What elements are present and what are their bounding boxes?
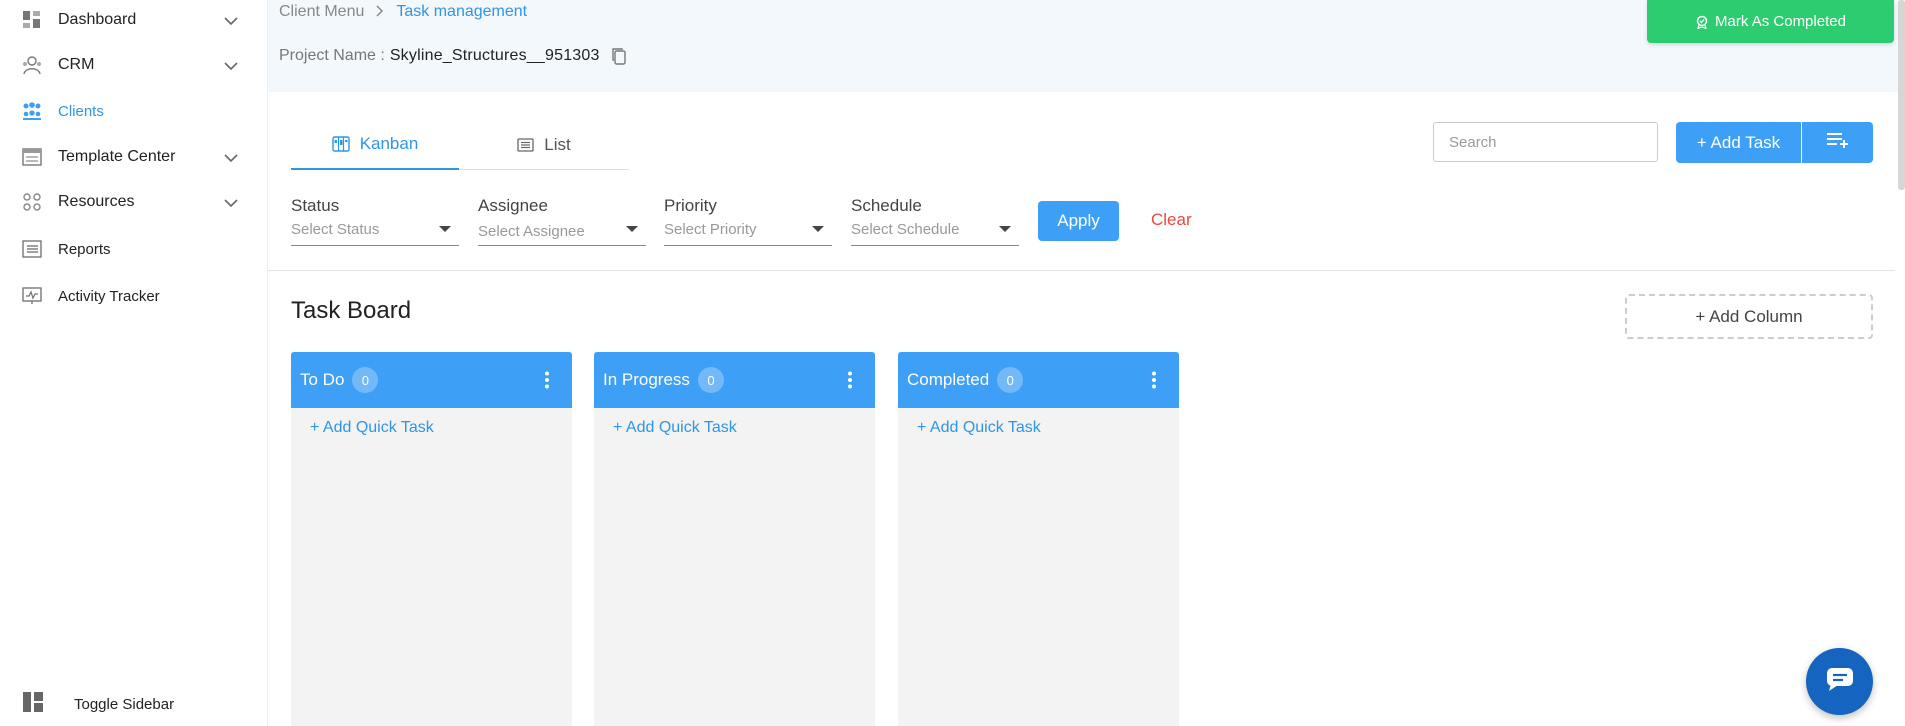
more-vertical-icon[interactable] [847,371,853,394]
add-quick-task-button[interactable]: + Add Quick Task [310,419,434,437]
dropdown-arrow-icon [626,226,638,232]
project-name-label: Project Name : [279,47,385,64]
search-input[interactable] [1433,122,1658,162]
scrollbar-thumb[interactable] [1898,0,1905,190]
toggle-sidebar-label: Toggle Sidebar [74,695,175,713]
toggle-sidebar-button[interactable]: Toggle Sidebar [0,684,268,724]
sidebar-item-dashboard[interactable]: Dashboard [0,0,268,40]
reports-icon [21,238,43,260]
dropdown-arrow-icon [999,226,1011,232]
sidebar-item-label: Resources [58,193,135,210]
assignee-filter[interactable]: Assignee Select Assignee [478,196,646,246]
priority-filter[interactable]: Priority Select Priority [664,196,832,246]
breadcrumb-parent[interactable]: Client Menu [279,3,364,21]
sidebar-item-label: Reports [58,240,111,258]
more-vertical-icon[interactable] [544,371,550,394]
filter-label: Priority [664,196,717,215]
chat-icon [1825,666,1855,697]
sidebar-item-label: Activity Tracker [58,287,160,305]
add-task-button[interactable]: + Add Task [1676,122,1801,163]
divider [268,270,1895,271]
schedule-filter[interactable]: Schedule Select Schedule [851,196,1019,246]
sidebar-item-clients[interactable]: Clients [0,91,268,131]
kanban-column-completed: Completed 0 + Add Quick Task [898,352,1179,726]
breadcrumb: Client Menu Task management [279,3,527,21]
sidebar-item-label: Template Center [58,148,176,165]
badge-check-icon [1695,15,1709,29]
tab-list[interactable]: List [459,120,629,170]
sidebar-item-resources[interactable]: Resources [0,182,268,222]
sidebar-item-label: CRM [58,56,95,73]
filter-placeholder: Select Schedule [851,221,960,238]
sidebar-item-activity-tracker[interactable]: Activity Tracker [0,276,268,316]
activity-icon [21,285,43,307]
filter-placeholder: Select Status [291,221,380,238]
sidebar-item-label: Dashboard [58,11,137,28]
kanban-column-in-progress: In Progress 0 + Add Quick Task [594,352,875,726]
sidebar-toggle-icon [22,691,44,718]
tab-kanban[interactable]: Kanban [291,120,459,170]
filter-placeholder: Select Priority [664,221,757,238]
sidebar: Dashboard CRM Clients Template Center Re… [0,0,268,726]
apply-button[interactable]: Apply [1038,201,1119,241]
chevron-down-icon[interactable] [224,13,238,31]
column-count-badge: 0 [697,367,724,393]
project-name-value: Skyline_Structures__951303 [389,47,600,64]
breadcrumb-current: Task management [396,3,528,20]
status-filter[interactable]: Status Select Status [291,196,459,246]
view-tabs: Kanban List [291,120,629,170]
column-count-badge: 0 [997,367,1024,393]
filter-label: Schedule [851,196,922,215]
column-header: In Progress 0 [594,352,875,408]
app-root: Dashboard CRM Clients Template Center Re… [0,0,1905,726]
sidebar-item-crm[interactable]: CRM [0,45,268,85]
mark-as-completed-label: Mark As Completed [1715,13,1846,30]
chevron-down-icon[interactable] [224,150,238,168]
sidebar-item-label: Clients [58,102,104,120]
add-task-options-button[interactable] [1802,122,1873,163]
board-title: Task Board [291,297,412,324]
add-quick-task-button[interactable]: + Add Quick Task [917,419,1041,437]
add-quick-task-button[interactable]: + Add Quick Task [613,419,737,437]
chat-widget-button[interactable] [1806,648,1873,715]
column-header: Completed 0 [898,352,1179,408]
chevron-down-icon[interactable] [224,58,238,76]
filter-label: Assignee [478,196,548,215]
filter-placeholder: Select Assignee [478,223,585,240]
dashboard-icon [21,9,43,31]
column-title: To Do [300,370,345,389]
list-icon [517,138,534,152]
clients-icon [21,100,43,122]
copy-icon[interactable] [611,47,627,65]
column-count-badge: 0 [352,367,379,393]
dropdown-arrow-icon [812,226,824,232]
column-title: In Progress [603,370,690,389]
chevron-right-icon [376,4,384,20]
mark-as-completed-button[interactable]: Mark As Completed [1647,0,1894,43]
add-column-button[interactable]: + Add Column [1625,294,1873,339]
tab-list-label: List [544,135,571,154]
project-name-row: Project Name : Skyline_Structures__95130… [279,47,627,65]
chevron-down-icon[interactable] [224,195,238,213]
kanban-icon [331,136,350,152]
template-icon [21,146,43,168]
playlist-add-icon [1826,131,1850,154]
tab-kanban-label: Kanban [359,134,419,153]
sidebar-item-reports[interactable]: Reports [0,229,268,269]
clear-button[interactable]: Clear [1151,210,1192,230]
kanban-column-todo: To Do 0 + Add Quick Task [291,352,572,726]
more-vertical-icon[interactable] [1151,371,1157,394]
resources-icon [21,191,43,213]
dropdown-arrow-icon [439,226,451,232]
crm-icon [21,54,43,76]
column-title: Completed [907,370,990,389]
sidebar-item-template-center[interactable]: Template Center [0,137,268,177]
column-header: To Do 0 [291,352,572,408]
filter-label: Status [291,196,340,215]
